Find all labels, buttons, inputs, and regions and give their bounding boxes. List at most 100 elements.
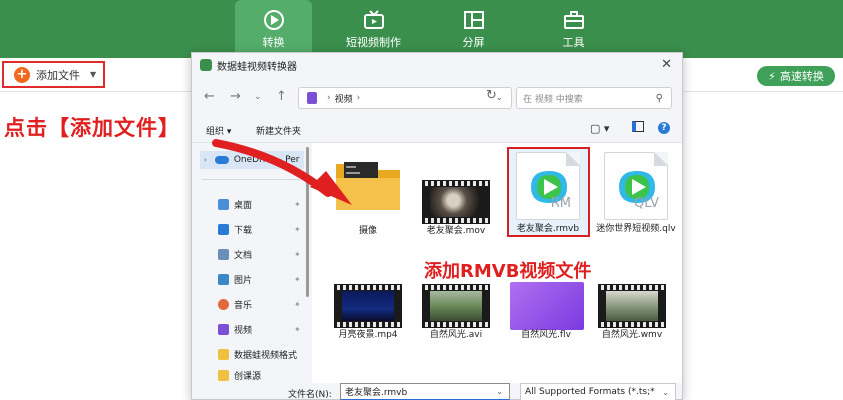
tab-label: 分屏: [462, 36, 485, 49]
filename-label: 文件名(N):: [288, 390, 332, 400]
list-item[interactable]: 老友聚会.mov: [414, 150, 498, 246]
video-thumbnail: [510, 282, 584, 330]
folder-icon: [218, 348, 229, 360]
view-options-icon[interactable]: ▢ ▾: [590, 122, 609, 135]
file-type-value: All Supported Formats (*.ts;*: [525, 387, 655, 397]
sidebar-item-downloads[interactable]: 下载 ✦: [218, 220, 301, 238]
tab-label: 转换: [262, 36, 285, 49]
split-screen-icon: [463, 9, 485, 31]
sidebar-item-label: 数据蛙视频格式: [234, 350, 298, 361]
pin-icon[interactable]: ✦: [294, 275, 301, 284]
navigation-row: ← → ⌄ ↑ › 视频 › ⌄ ↻ 在 视频 中搜索 ⚲: [192, 83, 682, 113]
pictures-icon: [218, 273, 229, 285]
add-file-button[interactable]: + 添加文件 ▼: [2, 61, 105, 88]
app-top-bar: 转换 短视频制作 分屏 工具: [0, 0, 843, 58]
file-type-select[interactable]: All Supported Formats (*.ts;* ⌄: [520, 383, 676, 400]
media-file-icon: QLV: [604, 152, 668, 220]
video-thumbnail: [334, 284, 402, 328]
file-name: 摄像: [358, 226, 377, 236]
back-arrow-icon[interactable]: ←: [204, 89, 215, 104]
chevron-right-icon: ›: [327, 93, 331, 103]
chevron-down-icon[interactable]: ▼: [90, 70, 96, 79]
filename-row: 文件名(N): 老友聚会.rmvb ⌄ All Supported Format…: [192, 381, 682, 400]
help-icon[interactable]: ?: [658, 122, 670, 134]
close-icon[interactable]: ✕: [661, 57, 672, 72]
sidebar-item-label: 视频: [234, 325, 253, 336]
sidebar-item-music[interactable]: 音乐 ✦: [218, 295, 301, 313]
tab-convert[interactable]: 转换: [235, 0, 312, 58]
annotation-click-add-file: 点击【添加文件】: [4, 116, 180, 140]
list-item[interactable]: RM 老友聚会.rmvb: [506, 150, 590, 246]
address-folder: 视频: [334, 94, 353, 105]
file-name: 自然风光.avi: [429, 330, 483, 340]
sidebar-item-label: 下载: [234, 225, 253, 236]
pin-icon[interactable]: ✦: [294, 225, 301, 234]
dialog-title: 数据蛙视频转换器: [217, 61, 297, 73]
video-thumbnail: [598, 284, 666, 328]
list-item[interactable]: 自然风光.flv: [504, 278, 588, 348]
address-bar[interactable]: › 视频 › ⌄: [298, 87, 512, 109]
add-file-label: 添加文件: [36, 68, 80, 82]
pin-icon[interactable]: ✦: [294, 300, 301, 309]
sidebar-item-folder[interactable]: 创课源: [218, 369, 261, 381]
file-name: 月亮夜景.mp4: [338, 330, 398, 340]
recent-locations-chevron-icon[interactable]: ⌄: [254, 92, 262, 102]
pin-icon[interactable]: ✦: [294, 325, 301, 334]
lightning-icon: ⚡: [768, 69, 776, 83]
fast-convert-button[interactable]: ⚡ 高速转换: [757, 66, 835, 86]
video-thumbnail: [422, 284, 490, 328]
tab-video-maker[interactable]: 短视频制作: [335, 0, 412, 58]
pin-icon[interactable]: ✦: [294, 250, 301, 259]
sidebar-item-folder[interactable]: 数据蛙视频格式: [218, 345, 297, 363]
dialog-title-bar: 数据蛙视频转换器: [192, 53, 682, 77]
list-item[interactable]: 自然风光.wmv: [590, 278, 674, 348]
media-file-icon: RM: [516, 152, 580, 220]
sidebar-item-documents[interactable]: 文档 ✦: [218, 245, 301, 263]
file-name: 老友聚会.rmvb: [516, 224, 580, 234]
list-item[interactable]: QLV 迷你世界短视频.qlv: [594, 150, 678, 246]
sidebar-item-label: 创课源: [234, 371, 262, 382]
file-name: 自然风光.flv: [521, 330, 571, 340]
tab-label: 工具: [562, 36, 585, 49]
list-item[interactable]: 月亮夜景.mp4: [326, 278, 410, 348]
tab-label: 短视频制作: [346, 36, 401, 49]
tab-tools[interactable]: 工具: [535, 0, 612, 58]
video-thumbnail: [422, 180, 490, 224]
refresh-icon[interactable]: ↻: [486, 88, 497, 103]
search-placeholder: 在 视频 中搜索: [523, 94, 583, 105]
search-input[interactable]: 在 视频 中搜索 ⚲: [516, 87, 672, 109]
search-icon[interactable]: ⚲: [656, 93, 663, 104]
folder-icon: [218, 369, 229, 381]
tab-split-screen[interactable]: 分屏: [435, 0, 512, 58]
videos-icon: [218, 323, 229, 335]
file-name: 自然风光.wmv: [601, 330, 663, 340]
list-item[interactable]: 自然风光.avi: [414, 278, 498, 348]
annotation-arrow: [210, 135, 360, 215]
chevron-down-icon[interactable]: ⌄: [496, 387, 503, 396]
file-extension: QLV: [634, 196, 659, 211]
sidebar-item-videos[interactable]: 视频 ✦: [218, 320, 301, 338]
music-icon: [218, 298, 229, 310]
fast-convert-label: 高速转换: [779, 70, 824, 83]
toolbox-icon: [563, 9, 585, 31]
forward-arrow-icon[interactable]: →: [230, 89, 241, 104]
chevron-right-icon: ›: [356, 93, 361, 103]
expand-chevron-icon[interactable]: ›: [204, 156, 207, 164]
convert-icon: [263, 9, 285, 31]
filename-field[interactable]: 老友聚会.rmvb ⌄: [340, 383, 510, 400]
preview-pane-icon[interactable]: [632, 121, 644, 132]
download-icon: [218, 223, 229, 235]
file-name: 老友聚会.mov: [426, 226, 486, 236]
plus-icon: +: [14, 66, 30, 83]
sidebar-item-label: 文档: [234, 250, 253, 261]
sidebar-item-pictures[interactable]: 图片 ✦: [218, 270, 301, 288]
sidebar-item-label: 音乐: [234, 300, 253, 311]
file-extension: RM: [550, 196, 571, 211]
sidebar-item-label: 图片: [234, 275, 253, 286]
app-logo-icon: [200, 59, 212, 71]
up-arrow-icon[interactable]: ↑: [276, 89, 287, 104]
chevron-down-icon[interactable]: ⌄: [662, 388, 669, 397]
filename-value: 老友聚会.rmvb: [345, 388, 408, 398]
documents-icon: [218, 248, 229, 260]
videos-icon: [307, 92, 317, 104]
